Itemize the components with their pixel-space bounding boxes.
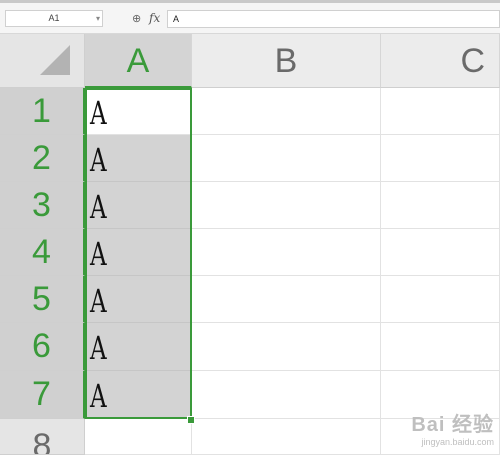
row-header-8[interactable]: 8 [0, 419, 85, 455]
chevron-down-icon[interactable]: ▾ [96, 11, 100, 26]
select-all-icon [40, 45, 70, 75]
cell-a6-value: A [90, 329, 107, 367]
column-header-b[interactable]: B [192, 34, 381, 88]
name-box[interactable]: A1 ▾ [5, 10, 103, 27]
formula-input[interactable]: A [167, 10, 500, 28]
cell-c5[interactable] [381, 276, 500, 323]
cell-a5[interactable]: A [85, 276, 192, 323]
cell-a6[interactable]: A [85, 323, 192, 371]
zoom-icon[interactable]: ⊕ [132, 12, 141, 25]
cell-c8[interactable] [381, 419, 500, 455]
cell-b7[interactable] [192, 371, 381, 419]
row-header-2[interactable]: 2 [0, 135, 85, 182]
row-header-7[interactable]: 7 [0, 371, 85, 419]
cell-a4[interactable]: A [85, 229, 192, 276]
row-header-3[interactable]: 3 [0, 182, 85, 229]
column-header-a[interactable]: A [85, 34, 192, 88]
cell-a4-value: A [90, 235, 107, 273]
cell-b8[interactable] [192, 419, 381, 455]
row-header-5[interactable]: 5 [0, 276, 85, 323]
cell-a7[interactable]: A [85, 371, 192, 419]
spreadsheet-grid: A B C 1 2 3 4 5 6 7 8 A A A A A A A [0, 34, 500, 455]
name-box-value: A1 [48, 13, 60, 23]
cell-b3[interactable] [192, 182, 381, 229]
cell-b1[interactable] [192, 88, 381, 135]
select-all-corner[interactable] [0, 34, 85, 88]
cell-a8[interactable] [85, 419, 192, 455]
cell-a3-value: A [90, 188, 107, 226]
formula-bar: A1 ▾ ⊕ fx A [0, 3, 500, 34]
cell-b6[interactable] [192, 323, 381, 371]
cell-a2[interactable]: A [85, 135, 192, 182]
fx-icon[interactable]: fx [149, 11, 160, 25]
cell-c3[interactable] [381, 182, 500, 229]
cell-a1-value: A [90, 94, 107, 132]
cell-b4[interactable] [192, 229, 381, 276]
row-header-6[interactable]: 6 [0, 323, 85, 371]
cell-c6[interactable] [381, 323, 500, 371]
row-header-1[interactable]: 1 [0, 88, 85, 135]
cell-a1[interactable]: A [85, 88, 192, 135]
fill-handle[interactable] [187, 416, 195, 424]
cell-b5[interactable] [192, 276, 381, 323]
cell-c2[interactable] [381, 135, 500, 182]
cell-c1[interactable] [381, 88, 500, 135]
cell-a3[interactable]: A [85, 182, 192, 229]
cell-a7-value: A [90, 377, 107, 415]
cell-a2-value: A [90, 141, 107, 179]
cell-a5-value: A [90, 282, 107, 320]
cell-c4[interactable] [381, 229, 500, 276]
row-header-4[interactable]: 4 [0, 229, 85, 276]
cell-b2[interactable] [192, 135, 381, 182]
column-header-c[interactable]: C [381, 34, 500, 88]
cell-c7[interactable] [381, 371, 500, 419]
